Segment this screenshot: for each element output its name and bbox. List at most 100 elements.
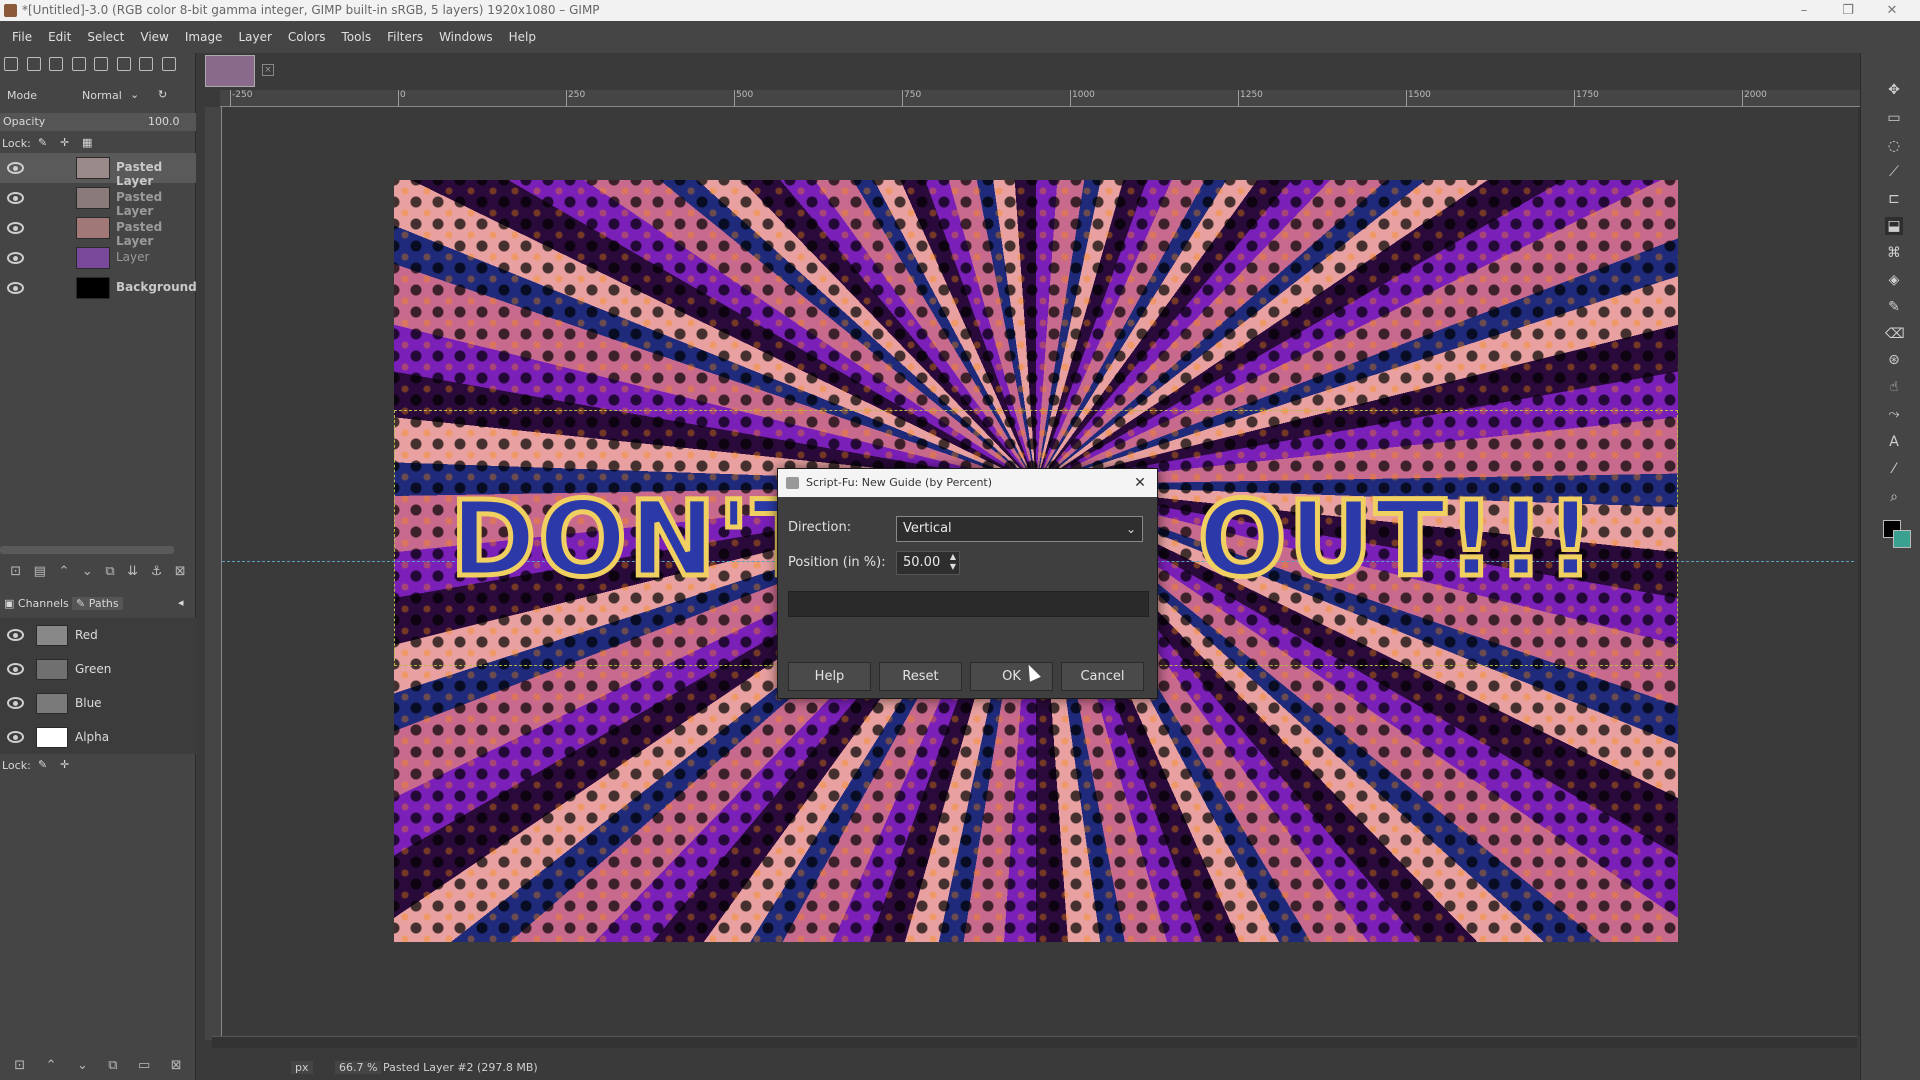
image-tab-thumbnail[interactable] <box>205 55 255 87</box>
raise-layer-icon[interactable]: ⌃ <box>58 564 69 579</box>
paths-tool-icon[interactable]: ⤳ <box>1885 405 1903 423</box>
anchor-layer-icon[interactable]: ⚓ <box>151 564 163 579</box>
help-button[interactable]: Help <box>788 662 871 691</box>
zoom-tool-icon[interactable]: ⌕ <box>1885 488 1903 506</box>
merge-layer-icon[interactable]: ⇊ <box>127 564 138 579</box>
channel-name[interactable]: Alpha <box>75 730 109 744</box>
menu-select[interactable]: Select <box>79 30 132 44</box>
direction-dropdown[interactable]: Vertical ⌄ <box>896 516 1143 542</box>
visibility-eye-icon[interactable] <box>7 629 24 641</box>
fuzzy-select-tool-icon[interactable]: ⟋ <box>1885 163 1903 181</box>
minimize-button[interactable]: – <box>1782 0 1826 21</box>
visibility-eye-icon[interactable] <box>7 222 24 234</box>
lock-pixels-icon[interactable]: ✎ <box>38 136 47 149</box>
zoom-dropdown[interactable]: 66.7 % <box>335 1061 382 1074</box>
duplicate-channel-icon[interactable]: ⧉ <box>108 1058 117 1073</box>
undo-tab-icon[interactable] <box>161 57 176 71</box>
brushes-tab-icon[interactable] <box>49 57 63 71</box>
visibility-eye-icon[interactable] <box>7 282 24 294</box>
menu-filters[interactable]: Filters <box>379 30 431 44</box>
clone-tool-icon[interactable]: ⊛ <box>1885 351 1903 369</box>
lower-channel-icon[interactable]: ⌄ <box>77 1058 88 1073</box>
lasso-tool-icon[interactable]: ◌ <box>1885 137 1903 155</box>
channel-name[interactable]: Blue <box>75 696 102 710</box>
opacity-slider[interactable]: Opacity 100.0 <box>0 113 196 131</box>
patterns-tab-icon[interactable] <box>71 57 86 71</box>
visibility-eye-icon[interactable] <box>7 252 24 264</box>
vertical-ruler[interactable] <box>205 107 222 1040</box>
visibility-eye-icon[interactable] <box>7 697 24 709</box>
warp-tool-icon[interactable]: ⌘ <box>1885 244 1903 262</box>
duplicate-layer-icon[interactable]: ⧉ <box>105 564 114 579</box>
horizontal-ruler[interactable]: -250 0 250 500 750 1000 1250 1500 1750 2… <box>220 90 1860 107</box>
menu-image[interactable]: Image <box>177 30 231 44</box>
layers-tab-icon[interactable] <box>139 57 153 71</box>
mode-chevron-icon[interactable]: ⌄ <box>130 88 139 101</box>
lock-position-icon[interactable]: ✛ <box>60 136 69 149</box>
layers-scrollbar[interactable] <box>0 546 174 554</box>
devices-tab-icon[interactable] <box>26 57 41 71</box>
position-stepper-icon[interactable]: ▲ ▼ <box>947 552 959 574</box>
layer-name[interactable]: Background <box>116 280 197 294</box>
text-tool-icon[interactable]: A <box>1885 433 1903 451</box>
visibility-eye-icon[interactable] <box>7 192 24 204</box>
menu-help[interactable]: Help <box>501 30 544 44</box>
channel-item[interactable]: Blue <box>0 686 196 720</box>
channel-item[interactable]: Alpha <box>0 720 196 754</box>
visibility-eye-icon[interactable] <box>7 731 24 743</box>
paintbrush-tool-icon[interactable]: ✎ <box>1885 298 1903 316</box>
new-layer-icon[interactable]: ▤ <box>34 564 46 579</box>
visibility-eye-icon[interactable] <box>7 162 24 174</box>
channel-to-selection-icon[interactable]: ▭ <box>138 1058 150 1073</box>
tab-channels[interactable]: ▣ Channels <box>4 597 69 610</box>
horizontal-scrollbar[interactable] <box>212 1036 1857 1048</box>
mode-swap-icon[interactable]: ↻ <box>158 88 167 101</box>
move-tool-icon[interactable]: ✥ <box>1885 81 1903 99</box>
mode-dropdown[interactable]: Normal <box>82 89 122 102</box>
menu-file[interactable]: File <box>4 30 40 44</box>
cancel-button[interactable]: Cancel <box>1061 662 1144 691</box>
new-channel-icon[interactable]: ⊡ <box>14 1058 25 1073</box>
configure-tab-icon[interactable]: ◂ <box>178 596 184 609</box>
images-tab-icon[interactable] <box>116 57 131 71</box>
lock-pixels-icon[interactable]: ✎ <box>38 758 47 771</box>
image-tab-close-icon[interactable]: × <box>262 64 274 76</box>
channel-item[interactable]: Green <box>0 652 196 686</box>
opacity-value[interactable]: 100.0 <box>148 115 180 128</box>
lower-layer-icon[interactable]: ⌄ <box>82 564 93 579</box>
channel-item[interactable]: Red <box>0 618 196 652</box>
rect-select-tool-icon[interactable]: ▭ <box>1885 109 1903 127</box>
maximize-button[interactable]: ❐ <box>1826 0 1870 21</box>
visibility-eye-icon[interactable] <box>7 663 24 675</box>
channel-name[interactable]: Red <box>75 628 98 642</box>
layer-item[interactable]: Layer <box>0 243 196 273</box>
delete-channel-icon[interactable]: ⊠ <box>171 1058 182 1073</box>
layer-item[interactable]: Background <box>0 273 197 303</box>
unified-transform-tool-icon[interactable]: ⬓ <box>1885 217 1903 235</box>
dialog-title-bar[interactable]: Script-Fu: New Guide (by Percent) ✕ <box>778 469 1157 497</box>
new-layer-group-icon[interactable]: ⊡ <box>10 564 21 579</box>
close-window-button[interactable]: ✕ <box>1870 0 1914 21</box>
layer-item[interactable]: Pasted Layer <box>0 213 196 248</box>
channel-name[interactable]: Green <box>75 662 111 676</box>
tool-options-tab-icon[interactable] <box>4 57 18 71</box>
lock-alpha-icon[interactable]: ▦ <box>82 136 92 149</box>
tab-paths[interactable]: ✎ Paths <box>72 597 123 610</box>
smudge-tool-icon[interactable]: ☝ <box>1885 378 1903 396</box>
reset-button[interactable]: Reset <box>879 662 962 691</box>
raise-channel-icon[interactable]: ⌃ <box>46 1058 57 1073</box>
menu-view[interactable]: View <box>132 30 176 44</box>
layer-name[interactable]: Layer <box>116 250 149 264</box>
menu-windows[interactable]: Windows <box>431 30 501 44</box>
menu-colors[interactable]: Colors <box>280 30 334 44</box>
layer-item[interactable]: Pasted Layer <box>0 153 196 188</box>
dialog-close-icon[interactable]: ✕ <box>1131 473 1149 493</box>
layer-item[interactable]: Pasted Layer <box>0 183 196 218</box>
eraser-tool-icon[interactable]: ⌫ <box>1885 325 1905 343</box>
lock-position-icon[interactable]: ✛ <box>60 758 69 771</box>
bucket-fill-tool-icon[interactable]: ◈ <box>1885 271 1903 289</box>
menu-edit[interactable]: Edit <box>40 30 79 44</box>
menu-tools[interactable]: Tools <box>334 30 380 44</box>
delete-layer-icon[interactable]: ⊠ <box>175 564 186 579</box>
fonts-tab-icon[interactable] <box>94 57 108 71</box>
